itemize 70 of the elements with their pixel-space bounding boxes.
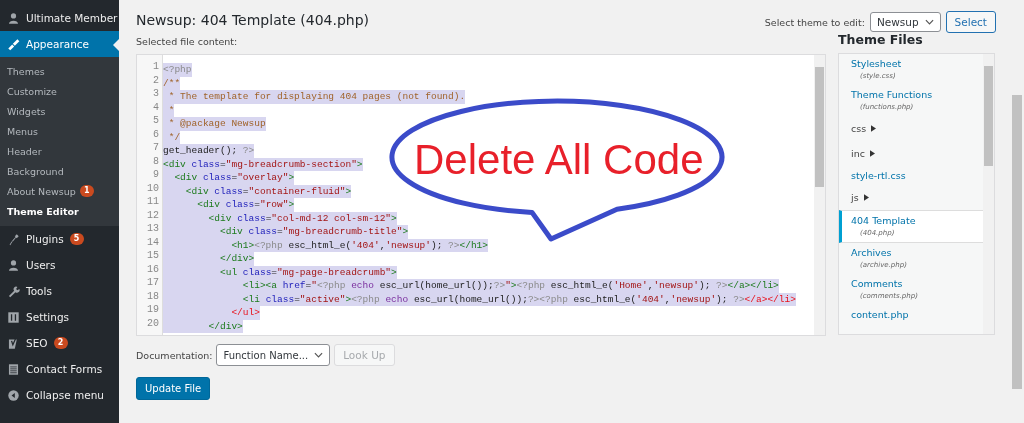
- line-number: 7: [152, 141, 160, 155]
- line-number: 2: [152, 73, 160, 87]
- scrollbar[interactable]: [814, 55, 825, 335]
- submenu-item[interactable]: Customize: [7, 85, 57, 97]
- menu-item[interactable]: Users: [0, 252, 119, 278]
- menu-item[interactable]: Tools: [0, 278, 119, 304]
- scrollbar[interactable]: [983, 54, 994, 334]
- theme-dropdown[interactable]: Newsup: [869, 12, 941, 32]
- count-badge: 1: [79, 185, 94, 197]
- line-number: 9: [152, 168, 160, 182]
- collapse-icon: [7, 388, 20, 402]
- line-number: 13: [146, 222, 160, 236]
- expand-icon: [863, 194, 869, 201]
- count-badge: 5: [69, 233, 84, 245]
- function-dropdown[interactable]: Function Name...: [216, 344, 331, 366]
- expand-icon: [869, 150, 875, 157]
- count-badge: 2: [53, 337, 68, 349]
- line-number: 4: [152, 100, 160, 114]
- submenu-item[interactable]: Header: [7, 145, 42, 157]
- person-icon: [7, 258, 20, 272]
- line-number: 12: [146, 208, 160, 222]
- line-number: 14: [146, 235, 160, 249]
- expand-icon: [871, 125, 877, 132]
- field-label: Documentation:: [136, 349, 213, 361]
- wrench-icon: [7, 284, 20, 298]
- menu-item[interactable]: Ultimate Member: [0, 5, 119, 31]
- file-item[interactable]: content.php: [839, 305, 983, 324]
- menu-item[interactable]: SEO 2: [0, 330, 119, 356]
- update-file-button[interactable]: Update File: [136, 377, 211, 400]
- chevron-icon: [314, 352, 324, 358]
- line-number: 19: [146, 303, 160, 317]
- select-button[interactable]: Select: [945, 11, 996, 33]
- section-heading: Theme Files: [838, 32, 924, 47]
- menu-item[interactable]: Plugins 5: [0, 226, 119, 252]
- submenu-item[interactable]: Background: [7, 165, 64, 177]
- line-number: 17: [146, 276, 160, 290]
- line-number: 8: [152, 154, 160, 168]
- person-icon: [7, 11, 20, 25]
- line-number: 6: [152, 127, 160, 141]
- code-editor[interactable]: [136, 54, 826, 336]
- file-item[interactable]: style-rtl.css: [839, 166, 983, 185]
- submenu-item[interactable]: Menus: [7, 125, 39, 137]
- field-label: Select theme to edit:: [764, 16, 865, 28]
- line-number: 15: [146, 249, 160, 263]
- line-number: 1: [152, 60, 160, 74]
- submenu-item[interactable]: About Newsup: [7, 185, 76, 197]
- callout-text: Delete All Code: [414, 139, 704, 181]
- list-icon: [7, 362, 20, 376]
- line-number: 10: [146, 181, 160, 195]
- file-item[interactable]: css: [839, 116, 983, 141]
- chevron-icon: [924, 19, 934, 25]
- scrollbar[interactable]: [1012, 95, 1022, 389]
- line-number: 11: [146, 195, 160, 209]
- menu-item[interactable]: Appearance: [0, 31, 119, 57]
- page-title: Newsup: 404 Template (404.php): [136, 12, 369, 28]
- file-item[interactable]: js: [839, 185, 983, 210]
- submenu-item[interactable]: Widgets: [7, 105, 46, 117]
- line-number: 5: [152, 114, 160, 128]
- line-number: 20: [146, 316, 160, 330]
- line-number: 18: [146, 289, 160, 303]
- menu-item[interactable]: Settings: [0, 304, 119, 330]
- menu-item[interactable]: Contact Forms: [0, 356, 119, 382]
- submenu-item[interactable]: Themes: [7, 65, 45, 77]
- line-number: 3: [152, 87, 160, 101]
- line-number: 16: [146, 262, 160, 276]
- file-item[interactable]: inc: [839, 141, 983, 166]
- menu-item[interactable]: Collapse menu: [0, 382, 119, 408]
- sliders-icon: [7, 310, 20, 324]
- submenu-item[interactable]: Theme Editor: [7, 205, 79, 217]
- field-label: Selected file content:: [136, 36, 239, 47]
